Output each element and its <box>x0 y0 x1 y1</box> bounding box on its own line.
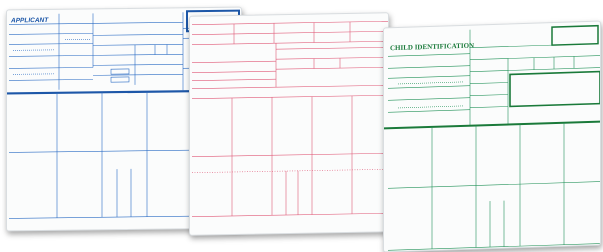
child-identification-card: CHILD IDENTIFICATION <box>383 21 601 252</box>
red-fingerprint-card <box>189 12 389 235</box>
red-form-lines <box>190 13 389 236</box>
green-form-lines <box>384 22 601 252</box>
